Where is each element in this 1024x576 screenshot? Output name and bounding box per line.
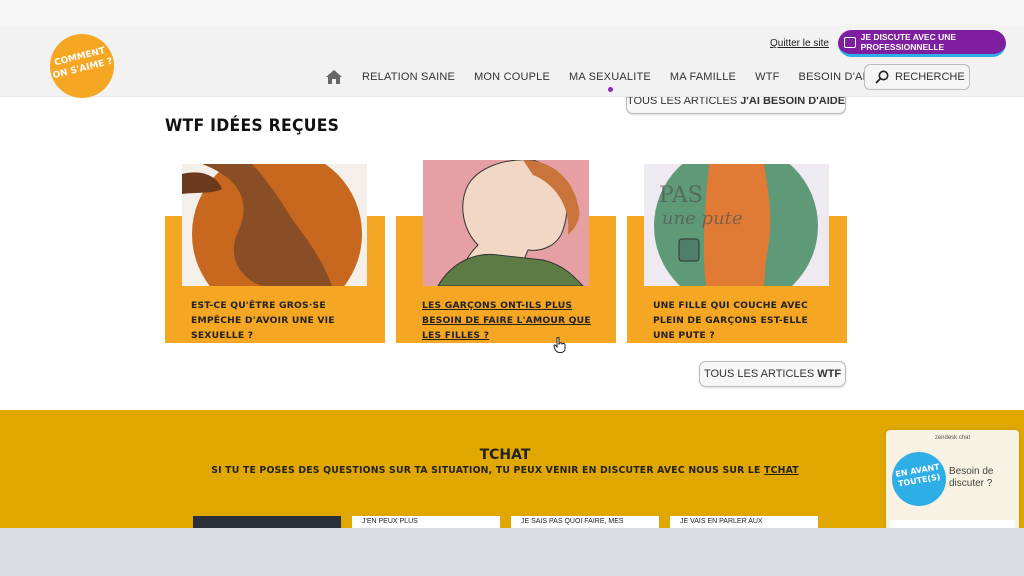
main-nav: RELATION SAINE MON COUPLE MA SEXUALITE M…: [326, 67, 900, 92]
tchat-thumb-4[interactable]: JE VAIS EN PARLER AUX: [670, 516, 818, 528]
wtf-button-bold: WTF: [817, 368, 842, 380]
zendesk-brand: zendesk chat: [934, 435, 971, 441]
image-text-pas: PAS: [659, 183, 703, 208]
hand-cursor-icon: [553, 337, 566, 353]
tchat-section: TCHAT SI TU TE POSES DES QUESTIONS SUR T…: [0, 410, 1024, 528]
tchat-title: TCHAT: [479, 447, 531, 463]
article-image-2: [423, 160, 589, 286]
tchat-link[interactable]: TCHAT: [764, 465, 799, 476]
article-card-1[interactable]: EST-CE QU'ÊTRE GROS·SE EMPÊCHE D'AVOIR U…: [165, 164, 385, 343]
bottom-bar: [0, 528, 1024, 576]
all-wtf-articles-button[interactable]: TOUS LES ARTICLES WTF: [699, 361, 846, 387]
zendesk-chat-widget[interactable]: zendesk chat EN AVANT TOUTE(S) Besoin de…: [886, 430, 1019, 528]
nav-relation-saine[interactable]: RELATION SAINE: [362, 71, 455, 83]
zendesk-inner-panel: [890, 520, 1015, 528]
zendesk-badge: EN AVANT TOUTE(S): [887, 447, 951, 511]
zendesk-text: Besoin de discuter ?: [949, 466, 994, 489]
top-strip: [0, 0, 1024, 26]
article-caption-2: LES GARÇONS ONT-ILS PLUS BESOIN DE FAIRE…: [422, 300, 591, 341]
quit-site-link[interactable]: Quitter le site: [770, 38, 829, 49]
article-image-1: [182, 164, 367, 286]
image-text-une-pute: une pute: [662, 208, 743, 229]
article-caption-3: UNE FILLE QUI COUCHE AVEC PLEIN DE GARÇO…: [653, 300, 808, 341]
article-caption-1: EST-CE QU'ÊTRE GROS·SE EMPÊCHE D'AVOIR U…: [191, 300, 335, 341]
tchat-thumb-text-2: J'EN PEUX PLUS: [362, 518, 418, 525]
home-icon[interactable]: [326, 70, 342, 84]
article-card-2[interactable]: LES GARÇONS ONT-ILS PLUS BESOIN DE FAIRE…: [396, 160, 616, 343]
section-title: WTF IDÉES REÇUES: [165, 116, 340, 136]
nav-mon-couple[interactable]: MON COUPLE: [474, 71, 550, 83]
article-card-3[interactable]: PAS une pute UNE FILLE QUI COUCHE AVEC P…: [627, 164, 847, 343]
tchat-thumb-text-3: JE SAIS PAS QUOI FAIRE, MES: [521, 518, 624, 525]
tchat-thumb-3[interactable]: JE SAIS PAS QUOI FAIRE, MES: [511, 516, 659, 528]
chat-professional-label: JE DISCUTE AVEC UNE PROFESSIONNELLE: [860, 32, 957, 52]
nav-ma-famille[interactable]: MA FAMILLE: [670, 71, 736, 83]
nav-ma-sexualite[interactable]: MA SEXUALITE: [569, 71, 651, 92]
search-button[interactable]: RECHERCHE: [864, 64, 970, 90]
search-icon: [875, 70, 889, 84]
tchat-subtitle: SI TU TE POSES DES QUESTIONS SUR TA SITU…: [0, 465, 1010, 476]
search-label: RECHERCHE: [895, 71, 965, 83]
chat-bubble-icon: [844, 36, 856, 48]
nav-wtf[interactable]: WTF: [755, 71, 779, 83]
tchat-subtitle-text: SI TU TE POSES DES QUESTIONS SUR TA SITU…: [211, 465, 761, 476]
wtf-button-prefix: TOUS LES ARTICLES: [703, 368, 815, 380]
article-image-3: PAS une pute: [644, 164, 829, 286]
tchat-thumb-text-4: JE VAIS EN PARLER AUX: [680, 518, 763, 525]
tchat-thumb-2[interactable]: J'EN PEUX PLUS: [352, 516, 500, 528]
chat-professional-button[interactable]: JE DISCUTE AVEC UNE PROFESSIONNELLE: [838, 30, 1006, 57]
tchat-thumb-1[interactable]: [193, 516, 341, 528]
